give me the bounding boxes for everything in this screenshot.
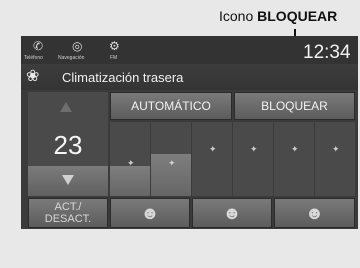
level-dot-icon: ✦ — [168, 158, 176, 168]
auto-button[interactable]: AUTOMÁTICO — [110, 92, 232, 120]
fan-level-1[interactable]: ✦ — [110, 122, 150, 196]
on-off-label-line2: DESACT. — [44, 213, 92, 225]
fan-level-3[interactable]: ✦ — [192, 122, 232, 196]
airflow-feet-button[interactable]: ☻ — [274, 198, 355, 228]
level-dot-icon: ✦ — [332, 144, 340, 154]
fan-level-6[interactable]: ✦ — [315, 122, 355, 196]
lock-button-label: BLOQUEAR — [261, 99, 328, 113]
on-off-button[interactable]: ACT./ DESACT. — [28, 198, 108, 228]
climate-screen: ✆ Teléfono ◎ Navegación ⚙ FM 12:34 ❀ Cli… — [21, 36, 358, 229]
phone-label: Teléfono — [24, 55, 43, 61]
temperature-value: 23 — [53, 130, 83, 160]
airflow-face-button[interactable]: ☻ — [110, 198, 190, 228]
clock: 12:34 — [303, 42, 351, 63]
airflow-face-feet-icon: ☻ — [222, 202, 242, 223]
triangle-up-icon[interactable] — [60, 102, 72, 112]
header-bar: ❀ Climatización trasera — [21, 64, 358, 90]
level-dot-icon: ✦ — [291, 144, 299, 154]
on-off-label-line1: ACT./ — [54, 201, 82, 213]
lock-icon-callout: Icono BLOQUEAR — [219, 8, 359, 30]
callout-emphasis: BLOQUEAR — [257, 8, 338, 24]
fan-level-5[interactable]: ✦ — [274, 122, 314, 196]
fan-speed-selector: ✦ ✦ ✦ ✦ ✦ ✦ — [110, 122, 355, 196]
navigation-label: Navegación — [58, 55, 85, 61]
fan-icon: ❀ — [26, 68, 40, 85]
airflow-feet-icon: ☻ — [305, 202, 324, 223]
level-dot-icon: ✦ — [250, 144, 258, 154]
triangle-down-icon — [62, 175, 74, 185]
fan-level-2[interactable]: ✦ — [151, 122, 191, 196]
temp-down-button[interactable] — [28, 166, 108, 196]
callout-prefix: Icono — [219, 8, 254, 24]
fan-level-4[interactable]: ✦ — [233, 122, 273, 196]
airflow-face-icon: ☻ — [140, 202, 160, 223]
page-title: Climatización trasera — [62, 70, 184, 85]
level-dot-icon: ✦ — [127, 158, 135, 168]
airflow-face-feet-button[interactable]: ☻ — [192, 198, 272, 228]
lock-button[interactable]: BLOQUEAR — [234, 92, 355, 120]
compass-icon[interactable]: ◎ — [72, 39, 82, 53]
temperature-panel: 23 — [28, 92, 108, 196]
auto-button-label: AUTOMÁTICO — [131, 99, 211, 113]
level-dot-icon: ✦ — [209, 144, 217, 154]
radio-icon[interactable]: ⚙ — [109, 39, 120, 53]
phone-icon[interactable]: ✆ — [33, 39, 43, 53]
fm-label: FM — [110, 55, 118, 61]
status-bar: ✆ Teléfono ◎ Navegación ⚙ FM 12:34 — [21, 36, 358, 64]
